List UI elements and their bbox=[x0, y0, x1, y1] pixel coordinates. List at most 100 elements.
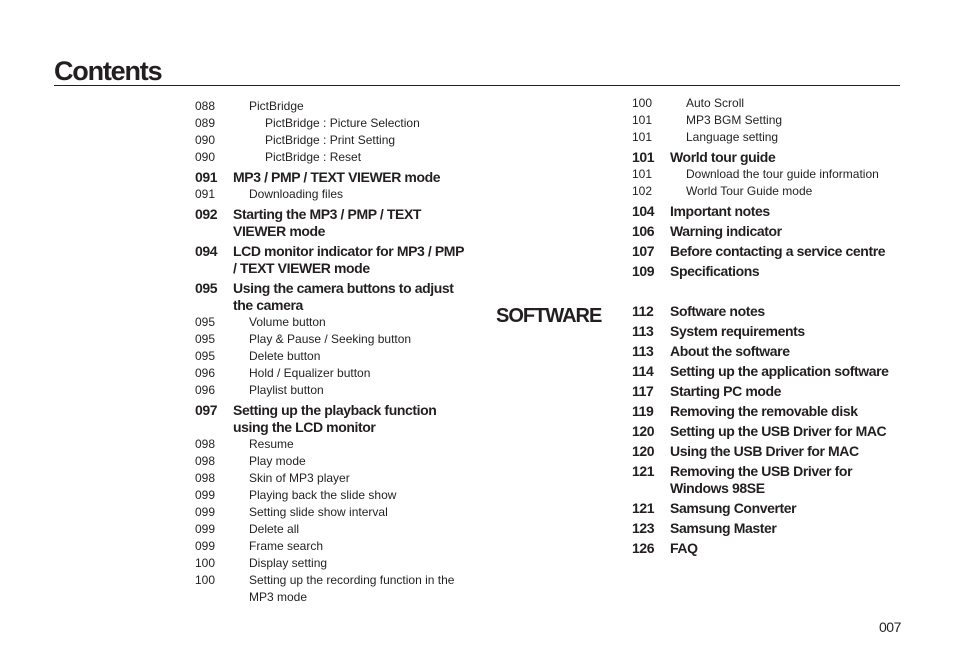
toc-entry-title: World tour guide bbox=[670, 149, 776, 165]
page-title: Contents bbox=[54, 56, 163, 86]
toc-sub-entry[interactable]: 100 Auto Scroll bbox=[632, 95, 902, 112]
toc-entry-title: Delete all bbox=[249, 522, 300, 536]
toc-sub-entry[interactable]: 089 PictBridge : Picture Selection bbox=[195, 115, 475, 132]
toc-page-number: 100 bbox=[632, 96, 653, 110]
toc-page-number: 100 bbox=[195, 556, 216, 570]
toc-sub-entry[interactable]: 090 PictBridge : Print Setting bbox=[195, 132, 475, 149]
page-number: 007 bbox=[879, 619, 901, 635]
toc-chapter-entry[interactable]: 126 FAQ bbox=[632, 540, 902, 557]
toc-entry-title: MP3 / PMP / TEXT VIEWER mode bbox=[233, 169, 441, 185]
toc-entry-title: Starting the MP3 / PMP / TEXT VIEWER mod… bbox=[233, 206, 422, 239]
toc-entry-title: MP3 BGM Setting bbox=[686, 113, 783, 127]
toc-page-number: 090 bbox=[195, 150, 216, 164]
toc-sub-entry[interactable]: 099 Setting slide show interval bbox=[195, 504, 475, 521]
toc-right-column: 100 Auto Scroll 101 MP3 BGM Setting 101 Langu… bbox=[632, 95, 902, 557]
toc-page-number: 099 bbox=[195, 539, 216, 553]
toc-page-number: 098 bbox=[195, 454, 216, 468]
toc-entry-title: Volume button bbox=[249, 315, 326, 329]
toc-entry-title: Removing the removable disk bbox=[670, 403, 858, 419]
toc-page-number: 113 bbox=[632, 323, 654, 339]
toc-page-number: 121 bbox=[632, 463, 655, 479]
toc-chapter-entry[interactable]: 097 Setting up the playback function usin… bbox=[195, 402, 475, 436]
toc-entry-title: Resume bbox=[249, 437, 294, 451]
toc-chapter-entry[interactable]: 121 Samsung Converter bbox=[632, 500, 902, 517]
toc-page-number: 117 bbox=[632, 383, 654, 399]
toc-chapter-entry[interactable]: 107 Before contacting a service centre bbox=[632, 243, 902, 260]
toc-chapter-entry[interactable]: 104 Important notes bbox=[632, 203, 902, 220]
toc-entry-title: Display setting bbox=[249, 556, 328, 570]
toc-chapter-entry[interactable]: 112 Software notes bbox=[632, 303, 902, 320]
toc-entry-title: LCD monitor indicator for MP3 / PMP / TE… bbox=[233, 243, 464, 276]
toc-chapter-entry[interactable]: 120 Setting up the USB Driver for MAC bbox=[632, 423, 902, 440]
toc-page-number: 104 bbox=[632, 203, 655, 219]
toc-page-number: 113 bbox=[632, 343, 654, 359]
toc-chapter-entry[interactable]: 095 Using the camera buttons to adjust th… bbox=[195, 280, 475, 314]
toc-software-list: 112 Software notes 113 System requirements 1… bbox=[632, 303, 902, 557]
toc-entry-title: World Tour Guide mode bbox=[686, 184, 813, 198]
toc-page-number: 096 bbox=[195, 366, 216, 380]
toc-page-number: 101 bbox=[632, 149, 655, 165]
toc-right-upper: 100 Auto Scroll 101 MP3 BGM Setting 101 Langu… bbox=[632, 95, 902, 280]
toc-chapter-entry[interactable]: 119 Removing the removable disk bbox=[632, 403, 902, 420]
toc-sub-entry[interactable]: 101 Download the tour guide information bbox=[632, 166, 902, 183]
toc-page-number: 101 bbox=[632, 167, 653, 181]
toc-chapter-entry[interactable]: 101 World tour guide bbox=[632, 149, 902, 166]
toc-sub-entry[interactable]: 102 World Tour Guide mode bbox=[632, 183, 902, 200]
toc-chapter-entry[interactable]: 091 MP3 / PMP / TEXT VIEWER mode bbox=[195, 169, 475, 186]
toc-entry-title: Specifications bbox=[670, 263, 760, 279]
toc-page-number: 101 bbox=[632, 130, 653, 144]
toc-entry-title: Setting up the USB Driver for MAC bbox=[670, 423, 887, 439]
toc-page-number: 095 bbox=[195, 315, 216, 329]
toc-entry-title: Removing the USB Driver for Windows 98SE bbox=[670, 463, 853, 496]
toc-chapter-entry[interactable]: 114 Setting up the application software bbox=[632, 363, 902, 380]
toc-sub-entry[interactable]: 101 Language setting bbox=[632, 129, 902, 146]
toc-sub-entry[interactable]: 095 Delete button bbox=[195, 348, 475, 365]
toc-sub-entry[interactable]: 099 Delete all bbox=[195, 521, 475, 538]
toc-entry-title: Download the tour guide information bbox=[686, 167, 879, 181]
toc-chapter-entry[interactable]: 121 Removing the USB Driver for Windows 9… bbox=[632, 463, 902, 497]
toc-page-number: 121 bbox=[632, 500, 655, 516]
toc-page-number: 120 bbox=[632, 443, 655, 459]
toc-sub-entry[interactable]: 090 PictBridge : Reset bbox=[195, 149, 475, 166]
toc-chapter-entry[interactable]: 120 Using the USB Driver for MAC bbox=[632, 443, 902, 460]
toc-entry-title: PictBridge bbox=[249, 99, 304, 113]
toc-sub-entry[interactable]: 095 Volume button bbox=[195, 314, 475, 331]
toc-sub-entry[interactable]: 088 PictBridge bbox=[195, 98, 475, 115]
toc-sub-entry[interactable]: 100 Display setting bbox=[195, 555, 475, 572]
toc-sub-entry[interactable]: 096 Hold / Equalizer button bbox=[195, 365, 475, 382]
toc-sub-entry[interactable]: 101 MP3 BGM Setting bbox=[632, 112, 902, 129]
toc-sub-entry[interactable]: 100 Setting up the recording function in … bbox=[195, 572, 475, 606]
toc-left-column: 088 PictBridge 089 PictBridge : Picture Sel… bbox=[195, 98, 475, 606]
toc-page-number: 114 bbox=[632, 363, 654, 379]
toc-chapter-entry[interactable]: 117 Starting PC mode bbox=[632, 383, 902, 400]
toc-sub-entry[interactable]: 095 Play & Pause / Seeking button bbox=[195, 331, 475, 348]
toc-page-number: 100 bbox=[195, 573, 216, 587]
toc-chapter-entry[interactable]: 123 Samsung Master bbox=[632, 520, 902, 537]
toc-chapter-entry[interactable]: 094 LCD monitor indicator for MP3 / PMP /… bbox=[195, 243, 475, 277]
toc-sub-entry[interactable]: 099 Frame search bbox=[195, 538, 475, 555]
toc-sub-entry[interactable]: 099 Playing back the slide show bbox=[195, 487, 475, 504]
toc-entry-title: Playing back the slide show bbox=[249, 488, 397, 502]
toc-chapter-entry[interactable]: 113 About the software bbox=[632, 343, 902, 360]
toc-sub-entry[interactable]: 091 Downloading files bbox=[195, 186, 475, 203]
toc-entry-title: Using the USB Driver for MAC bbox=[670, 443, 859, 459]
toc-chapter-entry[interactable]: 092 Starting the MP3 / PMP / TEXT VIEWER … bbox=[195, 206, 475, 240]
toc-entry-title: System requirements bbox=[670, 323, 805, 339]
toc-chapter-entry[interactable]: 113 System requirements bbox=[632, 323, 902, 340]
toc-entry-title: Downloading files bbox=[249, 187, 344, 201]
toc-chapter-entry[interactable]: 106 Warning indicator bbox=[632, 223, 902, 240]
toc-chapter-entry[interactable]: 109 Specifications bbox=[632, 263, 902, 280]
toc-entry-title: Before contacting a service centre bbox=[670, 243, 886, 259]
toc-page-number: 102 bbox=[632, 184, 653, 198]
toc-sub-entry[interactable]: 098 Resume bbox=[195, 436, 475, 453]
toc-page-number: 098 bbox=[195, 471, 216, 485]
toc-entry-title: Setting up the recording function in the… bbox=[249, 573, 455, 604]
toc-sub-entry[interactable]: 098 Skin of MP3 player bbox=[195, 470, 475, 487]
toc-page-number: 106 bbox=[632, 223, 655, 239]
toc-entry-title: Samsung Converter bbox=[670, 500, 797, 516]
toc-page-number: 101 bbox=[632, 113, 653, 127]
toc-sub-entry[interactable]: 098 Play mode bbox=[195, 453, 475, 470]
toc-page-number: 099 bbox=[195, 505, 216, 519]
toc-page-number: 107 bbox=[632, 243, 655, 259]
toc-sub-entry[interactable]: 096 Playlist button bbox=[195, 382, 475, 399]
